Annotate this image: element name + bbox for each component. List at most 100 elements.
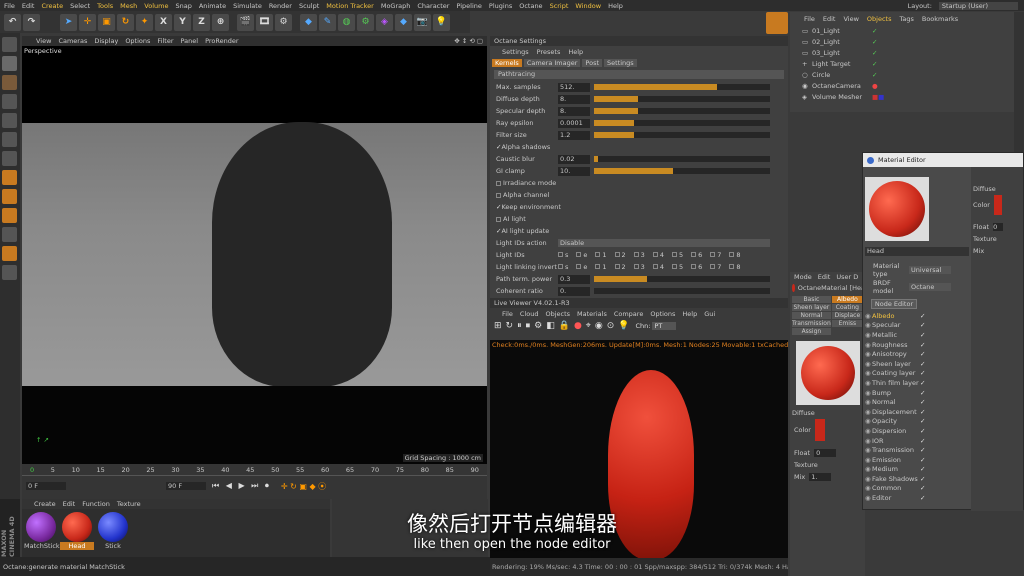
attr-tab-emission[interactable]: Emiss: [831, 320, 863, 327]
object-row[interactable]: + Light Target ✓: [790, 58, 1014, 69]
attr-tab-basic[interactable]: Basic: [792, 296, 831, 303]
me-float-value[interactable]: 0: [993, 223, 1004, 231]
render-picture-icon[interactable]: 🎞: [256, 13, 273, 31]
light-id-checkbox[interactable]: 3: [633, 251, 645, 259]
light-ids-action-row[interactable]: Light IDs action Disable: [490, 237, 788, 249]
material-thumb[interactable]: Stick: [96, 512, 130, 550]
channel-checkbox[interactable]: ✓: [920, 398, 925, 406]
param-value[interactable]: 8.: [558, 94, 590, 104]
start-frame-field[interactable]: 0 F: [26, 482, 66, 490]
channel-checkbox[interactable]: ✓: [920, 369, 925, 377]
channel-checkbox[interactable]: ✓: [920, 408, 925, 416]
light-id-checkbox[interactable]: 8: [729, 251, 741, 259]
channel-checkbox[interactable]: ✓: [920, 360, 925, 368]
ai-light-check[interactable]: AI light: [490, 213, 788, 225]
channel-checkbox[interactable]: ✓: [920, 494, 925, 502]
array-icon[interactable]: ⚙: [357, 13, 374, 31]
attr-mix-value[interactable]: 1.: [809, 473, 832, 481]
vp-menu-panel[interactable]: Panel: [181, 37, 199, 45]
recent-icon[interactable]: ✦: [136, 13, 153, 31]
vp-menu-view[interactable]: View: [36, 37, 51, 45]
om-menu-view[interactable]: View: [843, 15, 858, 23]
light-id-checkbox[interactable]: 7: [710, 251, 721, 259]
light-id-checkbox[interactable]: 2: [614, 263, 626, 271]
light-id-checkbox[interactable]: 7: [710, 263, 721, 271]
light-id-checkbox[interactable]: 4: [652, 251, 664, 259]
snap-icon[interactable]: [2, 208, 17, 223]
lv-menu-objects[interactable]: Objects: [545, 310, 570, 318]
channel-checkbox[interactable]: ✓: [920, 312, 925, 320]
menu-mograph[interactable]: MoGraph: [381, 2, 411, 10]
tab-settings[interactable]: Settings: [604, 58, 637, 67]
channel-checkbox[interactable]: ✓: [920, 331, 925, 339]
mat-menu-texture[interactable]: Texture: [117, 500, 141, 508]
coord-system-icon[interactable]: ⊕: [212, 13, 229, 31]
playback-controls[interactable]: ⏮ ◀ ▶ ⏭ ⏺: [212, 481, 271, 491]
render-settings-icon[interactable]: ⚙: [275, 13, 292, 31]
viewport[interactable]: Perspective ↑ ↗ Grid Spacing : 1000 cm: [22, 46, 487, 464]
menu-select[interactable]: Select: [70, 2, 90, 10]
channel-row[interactable]: ◉ Normal ✓: [863, 397, 971, 407]
light-id-checkbox[interactable]: 6: [691, 251, 702, 259]
menu-animate[interactable]: Animate: [199, 2, 226, 10]
attr-tab-albedo[interactable]: Albedo: [831, 296, 863, 303]
param-slider[interactable]: [594, 276, 770, 282]
pick-icon[interactable]: ⌖: [586, 321, 591, 331]
object-row[interactable]: ▭ 01_Light ✓: [790, 25, 1014, 36]
vp-menu-prorender[interactable]: ProRender: [205, 37, 238, 45]
object-row[interactable]: ○ Circle ✓: [790, 69, 1014, 80]
axis-mode-icon[interactable]: [2, 170, 17, 185]
menu-script[interactable]: Script: [550, 2, 569, 10]
om-menu-edit[interactable]: Edit: [823, 15, 836, 23]
menu-octane[interactable]: Octane: [519, 2, 542, 10]
lv-menu-materials[interactable]: Materials: [577, 310, 607, 318]
menu-file[interactable]: File: [4, 2, 15, 10]
deformer-icon[interactable]: ◈: [376, 13, 393, 31]
menu-create[interactable]: Create: [41, 2, 63, 10]
param-slider[interactable]: [594, 132, 770, 138]
param-value[interactable]: 0.: [558, 286, 590, 296]
material-thumb[interactable]: MatchStick: [24, 512, 60, 550]
channel-row[interactable]: ◉ Thin film layer ✓: [863, 378, 971, 388]
attr-color-swatch[interactable]: [814, 419, 825, 441]
os-menu-settings[interactable]: Settings: [502, 48, 529, 56]
light-id-checkbox[interactable]: 5: [671, 263, 683, 271]
param-row[interactable]: Path term. power 0.3: [490, 273, 788, 285]
camera-icon[interactable]: 📷: [414, 13, 431, 31]
brdf-select[interactable]: Octane: [909, 283, 951, 291]
attr-menu-user[interactable]: User D: [836, 273, 858, 281]
channel-row[interactable]: ◉ Bump ✓: [863, 388, 971, 398]
channel-row[interactable]: ◉ Opacity ✓: [863, 417, 971, 427]
attr-tab-displace[interactable]: Displace: [831, 312, 863, 319]
light-id-checkbox[interactable]: 1: [595, 263, 607, 271]
right-side-tabs[interactable]: [1014, 12, 1024, 152]
environment-icon[interactable]: ◆: [395, 13, 412, 31]
channel-checkbox[interactable]: ✓: [920, 427, 925, 435]
menu-render[interactable]: Render: [269, 2, 292, 10]
workplane-icon[interactable]: [2, 94, 17, 109]
object-row[interactable]: ◉ OctaneCamera ●: [790, 80, 1014, 91]
tab-post[interactable]: Post: [582, 58, 603, 67]
light-id-checkbox[interactable]: e: [576, 251, 587, 259]
channel-row[interactable]: ◉ Editor ✓: [863, 493, 971, 503]
channel-checkbox[interactable]: ✓: [920, 475, 925, 483]
param-value[interactable]: 8.: [558, 106, 590, 116]
os-menu-help[interactable]: Help: [568, 48, 583, 56]
polygons-mode-icon[interactable]: [2, 151, 17, 166]
lv-menu-help[interactable]: Help: [682, 310, 697, 318]
object-row[interactable]: ▭ 03_Light ✓: [790, 47, 1014, 58]
x-axis-button[interactable]: X: [155, 13, 172, 31]
light-id-checkbox[interactable]: 2: [614, 251, 626, 259]
menu-help[interactable]: Help: [608, 2, 623, 10]
alpha-shadows-check[interactable]: ✓ Alpha shadows: [490, 141, 788, 153]
channel-row[interactable]: ◉ Common ✓: [863, 484, 971, 494]
mat-menu-edit[interactable]: Edit: [63, 500, 76, 508]
kernel-select[interactable]: Pathtracing: [494, 70, 784, 79]
cube-icon[interactable]: ◆: [300, 13, 317, 31]
channel-row[interactable]: ◉ Emission ✓: [863, 455, 971, 465]
attr-tab-coating[interactable]: Coating: [831, 304, 863, 311]
menu-motion-tracker[interactable]: Motion Tracker: [326, 2, 374, 10]
viewport-nav-icons[interactable]: ✥ ↕ ⟲ ▢: [454, 37, 483, 45]
channel-row[interactable]: ◉ Roughness ✓: [863, 340, 971, 350]
ai-light-update-check[interactable]: ✓ AI light update: [490, 225, 788, 237]
